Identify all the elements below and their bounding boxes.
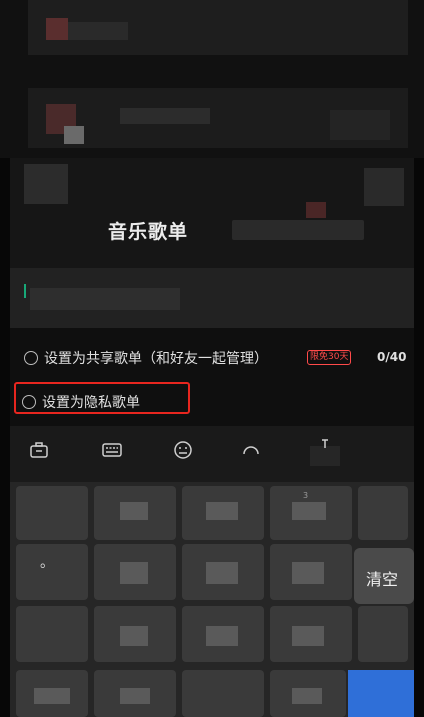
shared-playlist-label[interactable]: 设置为共享歌单（和好友一起管理）: [44, 348, 268, 368]
period-key[interactable]: 。: [40, 552, 54, 572]
key-digit-hint: 3: [303, 491, 309, 500]
keyboard-icon[interactable]: [99, 440, 125, 465]
blurred-block: [30, 288, 180, 310]
blurred-block: [24, 164, 68, 204]
char-counter: 0/40: [377, 350, 407, 364]
blurred-block: [46, 18, 68, 40]
briefcase-icon[interactable]: [26, 440, 52, 465]
blurred-glyph: [206, 626, 238, 646]
blurred-block: [330, 110, 390, 140]
blurred-glyph: [292, 502, 326, 520]
blurred-glyph: [34, 688, 70, 704]
free-trial-badge: 限免30天: [307, 350, 352, 365]
shared-radio[interactable]: [24, 351, 38, 365]
emoji-icon[interactable]: [170, 440, 196, 465]
clear-button-label: 清空: [366, 570, 399, 589]
blurred-glyph: [120, 502, 148, 520]
blurred-glyph: [120, 626, 148, 646]
key[interactable]: [16, 606, 88, 662]
key[interactable]: [182, 670, 264, 717]
text-cursor: [24, 284, 26, 298]
playlist-title-row: [10, 158, 414, 268]
blurred-block: [64, 126, 84, 144]
blurred-glyph: [120, 562, 148, 584]
keyboard-toolbar: [10, 426, 414, 482]
blurred-glyph: [292, 688, 322, 704]
blurred-block: [68, 22, 128, 40]
playlist-name-input[interactable]: [10, 268, 414, 328]
playlist-title: 音乐歌单: [108, 221, 189, 243]
blurred-block: [364, 168, 404, 206]
key[interactable]: [16, 486, 88, 540]
blurred-glyph: [292, 626, 324, 646]
done-button[interactable]: [348, 670, 414, 717]
blurred-block: [306, 202, 326, 218]
blurred-glyph: [292, 562, 324, 584]
key[interactable]: [358, 486, 408, 540]
blurred-glyph: [120, 688, 150, 704]
text-cursor-icon[interactable]: [312, 438, 338, 463]
blurred-glyph: [206, 562, 238, 584]
background-list: [0, 0, 424, 158]
private-radio[interactable]: [22, 395, 36, 409]
arc-icon[interactable]: [238, 440, 264, 465]
title-field[interactable]: [232, 220, 364, 240]
private-playlist-label[interactable]: 设置为隐私歌单: [42, 392, 140, 412]
blurred-block: [120, 108, 210, 124]
blurred-glyph: [206, 502, 238, 520]
key[interactable]: [358, 606, 408, 662]
